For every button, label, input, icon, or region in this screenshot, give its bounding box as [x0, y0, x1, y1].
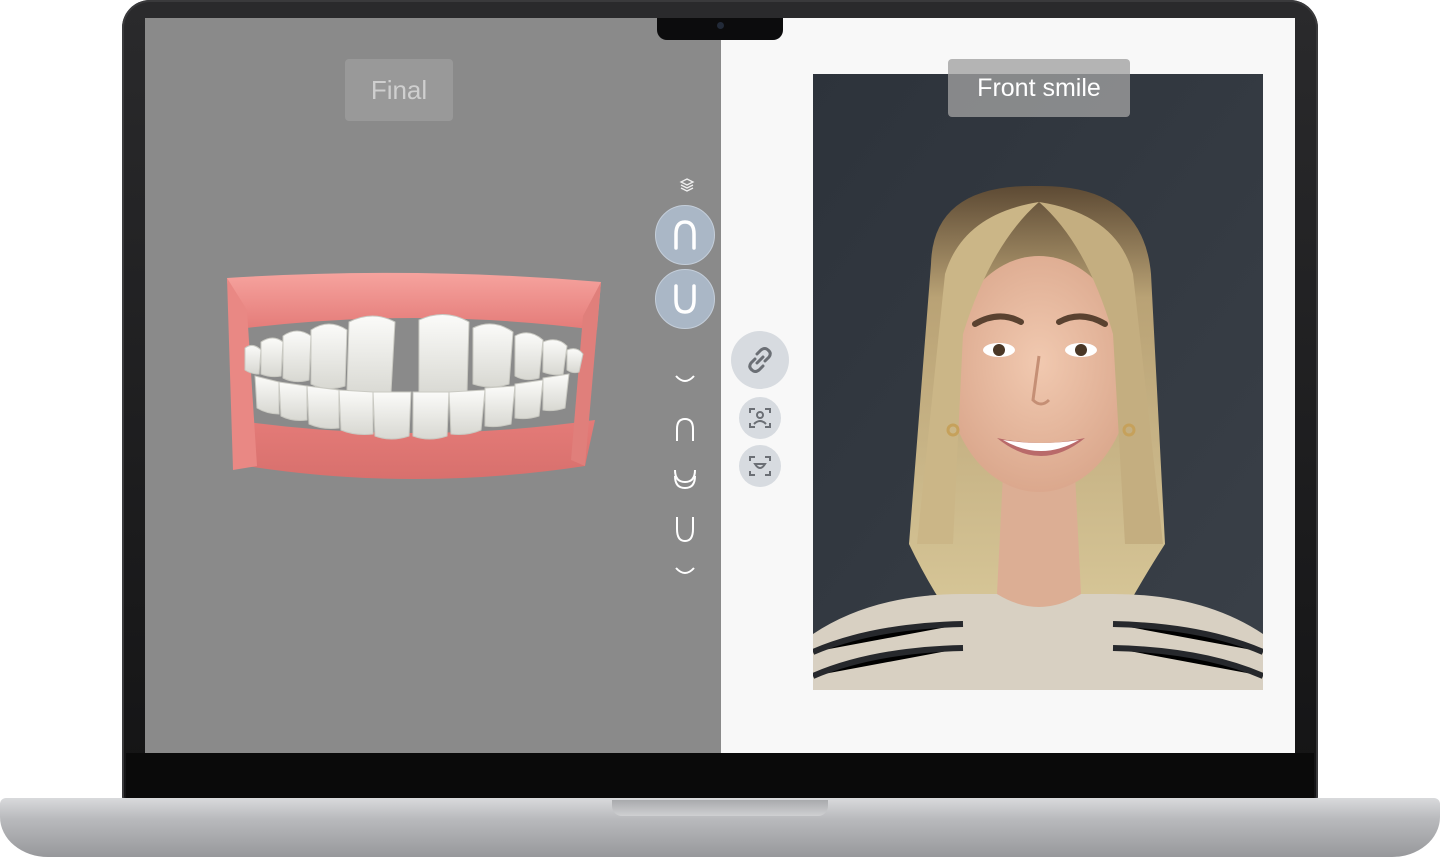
- app-screen: Final Front smile: [145, 18, 1295, 753]
- upper-arch-button[interactable]: [655, 205, 715, 265]
- lower-arch-button[interactable]: [655, 269, 715, 329]
- photo-view-label: Front smile: [948, 59, 1130, 117]
- smile-scan-button[interactable]: [739, 445, 781, 487]
- stage-label: Final: [345, 59, 453, 121]
- patient-portrait-image: [813, 74, 1263, 690]
- face-scan-button[interactable]: [739, 397, 781, 439]
- teeth-3d-model[interactable]: [223, 270, 605, 490]
- laptop-opening-lip: [612, 800, 828, 816]
- lower-arch-outline-icon[interactable]: [669, 513, 701, 545]
- upper-arch-icon: [674, 220, 696, 250]
- lower-occlusal-icon[interactable]: [669, 561, 701, 581]
- smile-scan-icon: [749, 456, 771, 476]
- layers-icon[interactable]: [677, 175, 697, 195]
- teeth-viewer-3d[interactable]: Final: [145, 18, 721, 753]
- face-scan-icon: [749, 408, 771, 428]
- upper-arch-outline-icon[interactable]: [669, 413, 701, 445]
- laptop-mockup: Final Front smile: [0, 0, 1440, 857]
- bite-icon[interactable]: [669, 463, 701, 495]
- photo-tool-rail: [731, 331, 791, 491]
- link-icon: [748, 347, 772, 373]
- laptop-chin: [126, 753, 1314, 799]
- photo-viewer: [721, 18, 1295, 753]
- upper-occlusal-icon[interactable]: [669, 369, 701, 389]
- patient-front-smile-photo[interactable]: [813, 74, 1263, 690]
- camera-icon: [717, 22, 724, 29]
- link-views-button[interactable]: [731, 331, 789, 389]
- lower-arch-icon: [674, 284, 696, 314]
- arch-tool-rail: [655, 173, 715, 593]
